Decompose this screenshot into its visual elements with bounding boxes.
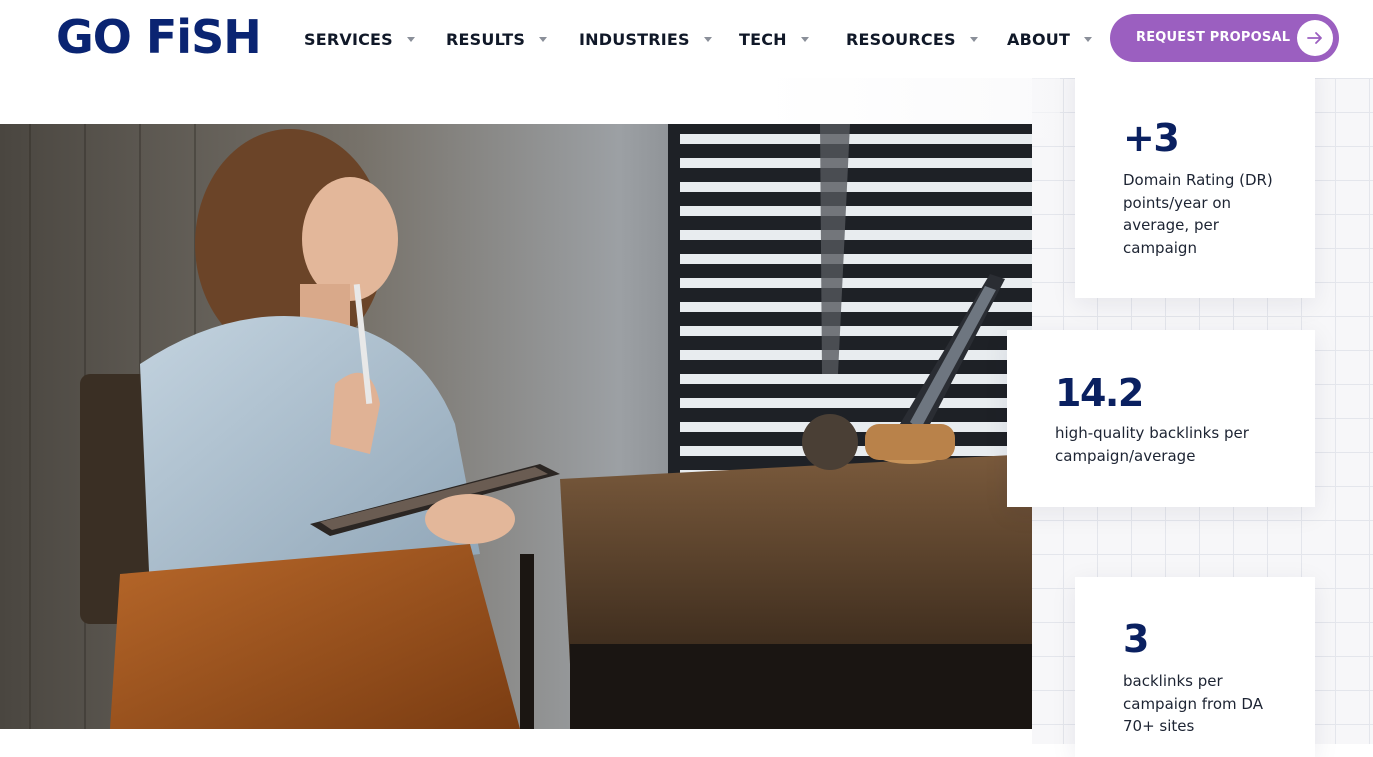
request-proposal-button[interactable]: REQUEST PROPOSAL bbox=[1110, 14, 1339, 62]
nav-item-services[interactable]: SERVICES bbox=[304, 28, 415, 50]
nav-item-label: INDUSTRIES bbox=[579, 29, 690, 49]
chevron-down-icon bbox=[800, 36, 809, 42]
stat-value: +3 bbox=[1123, 116, 1180, 160]
nav-item-tech[interactable]: TECH bbox=[739, 28, 809, 50]
stat-card: 3 backlinks per campaign from DA 70+ sit… bbox=[1075, 577, 1315, 757]
nav-item-label: RESOURCES bbox=[846, 29, 956, 49]
chevron-down-icon bbox=[703, 36, 712, 42]
chevron-down-icon bbox=[969, 36, 978, 42]
chevron-down-icon bbox=[406, 36, 415, 42]
chevron-down-icon bbox=[539, 36, 548, 42]
stat-card: 14.2 high-quality backlinks per campaign… bbox=[1007, 330, 1315, 507]
site-header: GO FiSH SERVICES RESULTS INDUSTRIES TECH… bbox=[0, 0, 1373, 78]
stat-card: +3 Domain Rating (DR) points/year on ave… bbox=[1075, 60, 1315, 298]
arrow-right-icon bbox=[1297, 20, 1333, 56]
stat-description: backlinks per campaign from DA 70+ sites bbox=[1123, 672, 1263, 735]
nav-item-label: TECH bbox=[739, 29, 787, 49]
nav-item-results[interactable]: RESULTS bbox=[446, 28, 548, 50]
request-proposal-label: REQUEST PROPOSAL bbox=[1136, 30, 1291, 45]
stat-description: high-quality backlinks per campaign/aver… bbox=[1055, 424, 1249, 465]
stat-value: 3 bbox=[1123, 617, 1149, 661]
nav-item-about[interactable]: ABOUT bbox=[1007, 28, 1093, 50]
hero-photo-woman-with-tablet bbox=[0, 124, 1032, 729]
nav-item-label: SERVICES bbox=[304, 29, 393, 49]
nav-item-resources[interactable]: RESOURCES bbox=[846, 28, 978, 50]
nav-item-label: ABOUT bbox=[1007, 29, 1071, 49]
stat-description: Domain Rating (DR) points/year on averag… bbox=[1123, 171, 1273, 257]
nav-item-label: RESULTS bbox=[446, 29, 526, 49]
chevron-down-icon bbox=[1084, 36, 1093, 42]
nav-item-industries[interactable]: INDUSTRIES bbox=[579, 28, 712, 50]
gofish-logo[interactable]: GO FiSH bbox=[56, 12, 262, 62]
stat-value: 14.2 bbox=[1055, 371, 1144, 415]
